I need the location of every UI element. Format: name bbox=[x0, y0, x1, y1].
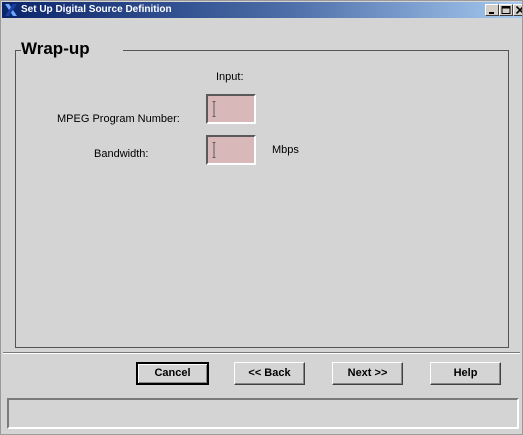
bandwidth-unit: Mbps bbox=[272, 144, 299, 156]
title-bar[interactable]: Set Up Digital Source Definition bbox=[2, 2, 522, 18]
maximize-icon bbox=[501, 6, 511, 14]
status-bar bbox=[7, 398, 519, 429]
text-cursor-icon bbox=[212, 142, 216, 158]
cancel-button[interactable]: Cancel bbox=[136, 362, 209, 385]
back-button[interactable]: << Back bbox=[234, 362, 305, 385]
text-cursor-icon bbox=[212, 101, 216, 117]
mpeg-program-number-input[interactable] bbox=[206, 94, 256, 124]
mpeg-program-number-label: MPEG Program Number: bbox=[57, 113, 180, 125]
input-column-header: Input: bbox=[216, 71, 244, 83]
wrap-up-groupbox bbox=[15, 50, 509, 348]
groupbox-title: Wrap-up bbox=[21, 39, 90, 58]
minimize-icon bbox=[489, 12, 494, 14]
next-button[interactable]: Next >> bbox=[332, 362, 403, 385]
x-window-icon bbox=[5, 4, 17, 16]
groupbox-border-right bbox=[123, 50, 509, 51]
help-button[interactable]: Help bbox=[430, 362, 501, 385]
bandwidth-input[interactable] bbox=[206, 135, 256, 165]
bandwidth-label: Bandwidth: bbox=[94, 148, 149, 160]
close-button[interactable] bbox=[513, 4, 522, 16]
window-title: Set Up Digital Source Definition bbox=[21, 4, 172, 15]
button-area-divider bbox=[3, 352, 520, 354]
minimize-button[interactable] bbox=[485, 4, 499, 16]
close-icon bbox=[515, 6, 522, 14]
dialog-window: Set Up Digital Source Definition Wrap-up… bbox=[0, 0, 523, 435]
maximize-button[interactable] bbox=[499, 4, 513, 16]
